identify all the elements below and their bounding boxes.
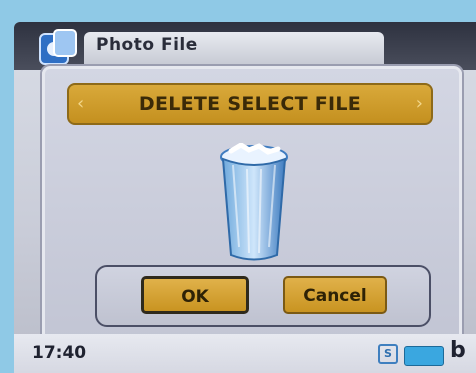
- delete-dialog: ‹ DELETE SELECT FILE › OK Cancel: [42, 66, 462, 346]
- trash-bin-icon: [220, 143, 288, 261]
- photo-file-icon: [39, 29, 77, 65]
- battery-icon: [404, 346, 444, 366]
- cancel-button[interactable]: Cancel: [283, 276, 387, 314]
- app-title: Photo File: [96, 35, 198, 55]
- dialog-title: DELETE SELECT FILE: [138, 93, 362, 115]
- dialog-button-panel: OK Cancel: [95, 265, 431, 327]
- clock-time: 17:40: [32, 343, 87, 363]
- status-bar: 17:40 S b: [14, 334, 476, 373]
- app-header: Photo File: [14, 22, 476, 70]
- sd-card-icon: S: [378, 344, 398, 364]
- camera-screen: Photo File ‹ DELETE SELECT FILE › OK Can…: [14, 22, 476, 373]
- dialog-title-bar: ‹ DELETE SELECT FILE ›: [67, 83, 433, 125]
- status-letter: b: [450, 338, 466, 363]
- ok-button[interactable]: OK: [141, 276, 249, 314]
- chevron-right-icon[interactable]: ›: [416, 92, 423, 116]
